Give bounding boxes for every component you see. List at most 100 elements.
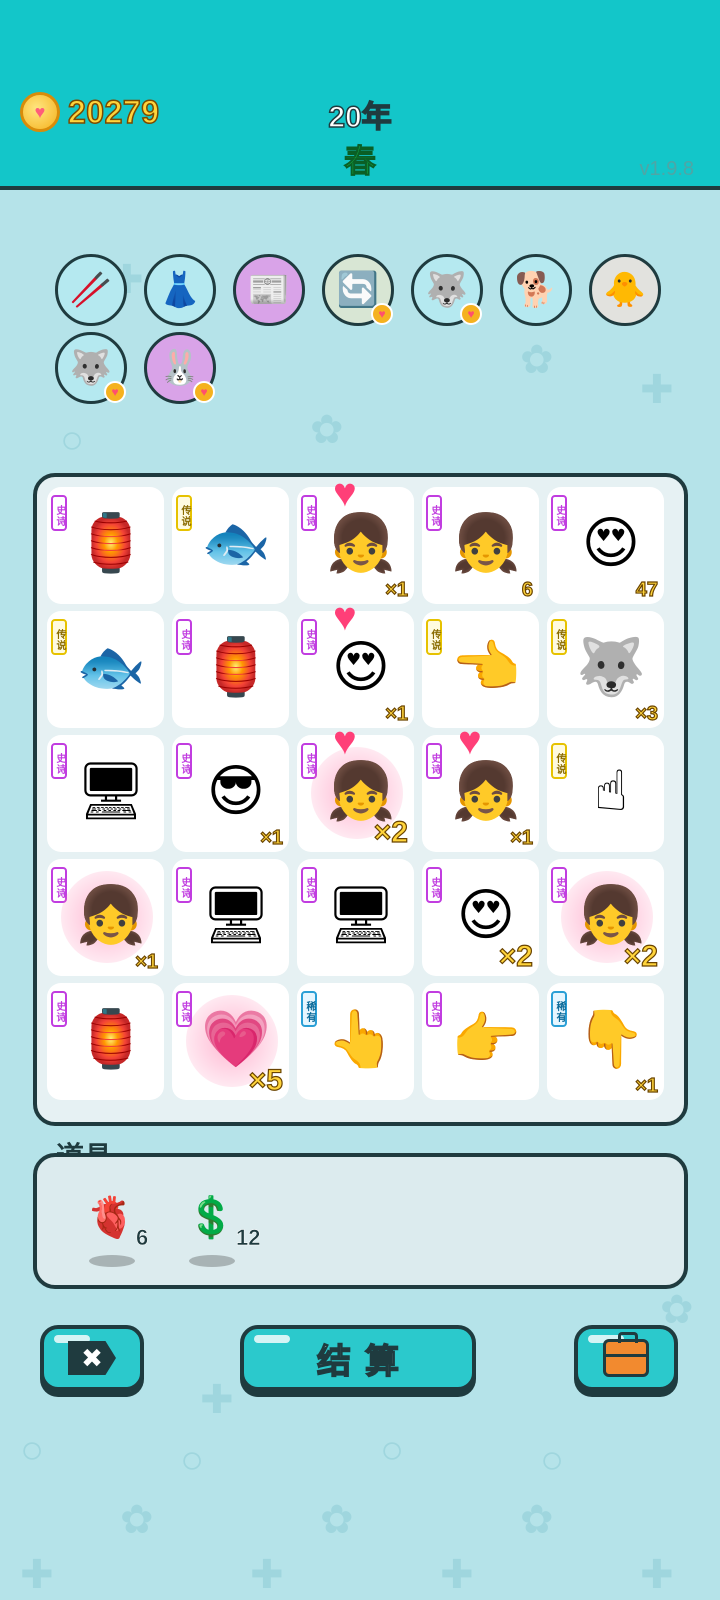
board-cell[interactable]: 传说 🐟 [47,611,164,728]
item-count: ×1 [385,702,409,725]
prop-item[interactable]: 💲 12 [181,1187,261,1277]
rarity-tag: 史诗 [176,743,192,779]
liver-icon: 🫀 [86,1195,136,1240]
item-count: ×1 [510,826,534,849]
husky-icon[interactable]: 🐺 ♥ [411,254,483,326]
props-panel: 🫀 6 💲 12 [33,1153,688,1289]
time-magazine-icon[interactable]: 📰 [233,254,305,326]
prop-shadow [189,1255,235,1267]
heart-badge-icon: ♥ [371,303,393,325]
chopsticks-icon[interactable]: 🥢 [55,254,127,326]
heart-icon: ♥ [458,719,482,763]
rarity-tag: 传说 [551,619,567,655]
girl-heart-icon: 👧 [326,511,396,574]
dollar-coin-icon: 💲 [186,1195,236,1240]
item-count: ×1 [385,578,409,601]
board-cell[interactable]: 史诗 🖥 [297,859,414,976]
prop-count: 6 [136,1225,149,1251]
rarity-tag: 史诗 [426,991,442,1027]
item-count: ×2 [498,939,533,973]
board-cell[interactable]: 稀有 👇 ×1 [547,983,664,1100]
girl-heart-icon: 👧 [451,759,521,822]
rarity-tag: 史诗 [426,743,442,779]
rarity-tag: 史诗 [426,867,442,903]
settle-label: 结算 [316,1342,413,1382]
coin-icon: ♥ [20,92,60,132]
heart-badge-icon: ♥ [460,303,482,325]
prop-shadow [89,1255,135,1267]
board-cell[interactable]: 史诗 👉 [422,983,539,1100]
board-cell[interactable]: 史诗 🖥 [172,859,289,976]
bag-button[interactable] [574,1325,678,1391]
beard-man-love-icon: 😍 [581,511,641,574]
item-count: ×5 [248,1063,283,1097]
rarity-tag: 稀有 [551,991,567,1027]
rarity-tag: 史诗 [176,619,192,655]
board-cell[interactable]: 史诗 💗 ×5 [172,983,289,1100]
board-cell[interactable]: 史诗 👧 ♥ ×1 [422,721,539,852]
girl-glow-icon: 👧 [76,883,146,946]
cool-dog-icon[interactable]: 🐕 [500,254,572,326]
board-cell[interactable]: 传说 👈 [422,611,539,728]
board-cell[interactable]: 稀有 👆 [297,983,414,1100]
koi-fish-icon: 🐟 [76,635,146,698]
board-cell[interactable]: 史诗 😎 ×1 [172,735,289,852]
rarity-tag: 史诗 [426,495,442,531]
heart-icon: ♥ [333,595,357,639]
gray-pointing-hand-icon: 👉 [451,1007,521,1070]
item-count: ×2 [623,939,658,973]
rarity-tag: 史诗 [51,991,67,1027]
board-cell[interactable]: 史诗 🏮 [47,983,164,1100]
version-label: v1.9.8 [639,158,694,180]
board-cell[interactable]: 史诗 👧 ×1 [47,859,164,976]
close-button[interactable]: ✖ [40,1325,144,1391]
board-cell[interactable]: 史诗 👧 ♥ ×1 [297,473,414,604]
heart-icon: ♥ [333,471,357,515]
rarity-tag: 传说 [426,619,442,655]
koi-fish-icon: 🐟 [201,511,271,574]
rarity-tag: 史诗 [176,867,192,903]
rabbit-icon[interactable]: 🐰 ♥ [144,332,216,404]
board-cell[interactable]: 史诗 🏮 [172,611,289,728]
brown-pointing-down-icon: 👇 [576,1007,646,1070]
rabbit-house-icon: 🏮 [201,635,271,698]
heart-badge-icon: ♥ [193,381,215,403]
board-cell[interactable]: 史诗 👧 ×2 [547,859,664,976]
board-cell[interactable]: 传说 🐟 [172,487,289,604]
board-cell[interactable]: 史诗 👧 6 [422,487,539,604]
pointing-left-hand-icon: 👈 [451,635,521,698]
prop-item[interactable]: 🫀 6 [81,1187,161,1277]
husky-icon-2[interactable]: 🐺 ♥ [55,332,127,404]
refresh-icon[interactable]: 🔄 ♥ [322,254,394,326]
rarity-tag: 史诗 [301,619,317,655]
king-husky-icon: 🐺 [576,635,646,698]
rarity-tag: 稀有 [301,991,317,1027]
board-cell[interactable]: 史诗 😍 ×2 [422,859,539,976]
green-hat-love-icon: 😍 [331,635,391,698]
coin-amount: 20279 [67,93,160,131]
settle-button[interactable]: 结算 [240,1325,476,1391]
graphics-card-icon: 🖥 [200,883,272,946]
rarity-tag: 史诗 [51,743,67,779]
board-cell[interactable]: 史诗 😍 47 [547,487,664,604]
rarity-tag: 史诗 [51,495,67,531]
item-count: 47 [635,578,658,601]
item-count: ×2 [373,815,408,849]
board-cell[interactable]: 史诗 😍 ♥ ×1 [297,597,414,728]
board-cell[interactable]: 传说 ☝ [547,735,664,852]
top-bar: ♥ 20279 20年 春 v1.9.8 [0,0,720,190]
chick-egg-icon[interactable]: 🐥 [589,254,661,326]
rabbit-house-icon: 🏮 [76,511,146,574]
rarity-tag: 传说 [176,495,192,531]
rarity-tag: 传说 [51,619,67,655]
board-cell[interactable]: 史诗 🖥 [47,735,164,852]
rarity-tag: 史诗 [551,495,567,531]
skirt-icon[interactable]: 👗 [144,254,216,326]
board-cell[interactable]: 传说 🐺 ×3 [547,611,664,728]
coin-balance: ♥ 20279 [20,92,160,132]
brown-pointing-hand-icon: 👆 [326,1007,396,1070]
rarity-tag: 史诗 [301,495,317,531]
board-cell[interactable]: 史诗 👧 ♥ ×2 [297,721,414,852]
item-board: 史诗 🏮 传说 🐟 史诗 👧 ♥ ×1 史诗 👧 6 史诗 😍 47 传说 🐟 史诗 🏮 史诗 😍 ♥ ×1 传说 👈 传说 🐺 ×… [33,473,688,1126]
board-cell[interactable]: 史诗 🏮 [47,487,164,604]
